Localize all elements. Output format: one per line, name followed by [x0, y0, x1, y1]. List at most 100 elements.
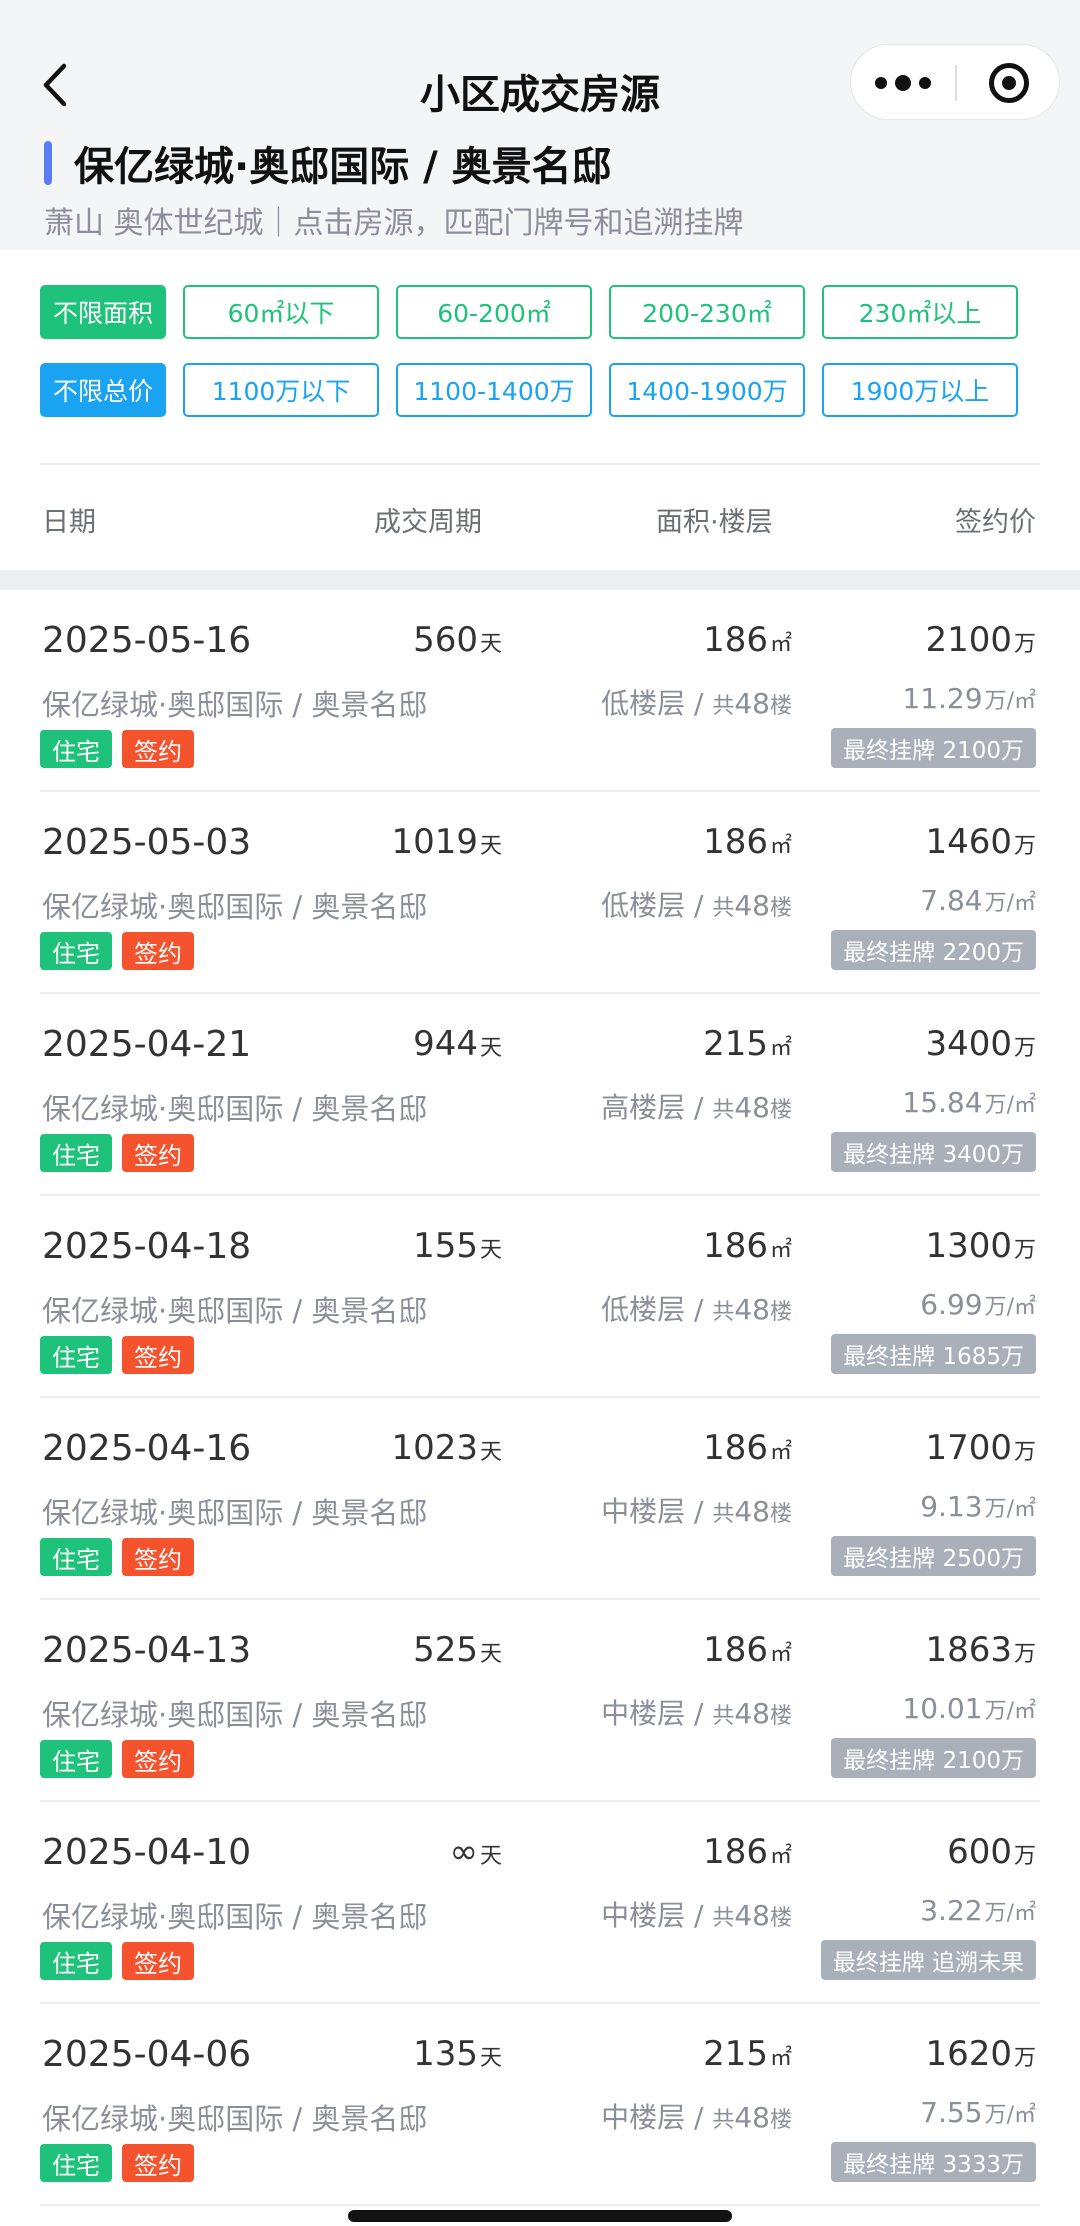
- listing-row[interactable]: 2025-04-18 155天 186㎡ 1300万 保亿绿城·奥邸国际 / 奥…: [40, 1196, 1040, 1398]
- listing-tags: 住宅 签约: [40, 932, 194, 970]
- listing-tags: 住宅 签约: [40, 730, 194, 768]
- price-filter-option[interactable]: 1100-1400万: [396, 363, 592, 417]
- listing-row[interactable]: 2025-05-16 560天 186㎡ 2100万 保亿绿城·奥邸国际 / 奥…: [40, 590, 1040, 792]
- area-unit: ㎡: [769, 1642, 792, 1667]
- column-header-date: 日期: [42, 507, 96, 538]
- area-unit: ㎡: [769, 1844, 792, 1869]
- divider: [40, 463, 1040, 465]
- accent-bar: [44, 141, 52, 185]
- listing-cycle: 155天: [413, 1226, 502, 1266]
- tag-residential: 住宅: [40, 1942, 112, 1980]
- area-unit: ㎡: [769, 1036, 792, 1061]
- listing-row[interactable]: 2025-05-03 1019天 186㎡ 1460万 保亿绿城·奥邸国际 / …: [40, 792, 1040, 994]
- price-unit: 万: [1013, 1844, 1036, 1869]
- price-filter-row: 不限总价 1100万以下 1100-1400万 1400-1900万 1900万…: [40, 363, 1018, 417]
- listing-floor: 低楼层 / 共48楼: [601, 1293, 792, 1326]
- price-filter-all[interactable]: 不限总价: [40, 363, 166, 417]
- listing-community: 保亿绿城·奥邸国际 / 奥景名邸: [42, 1294, 428, 1328]
- area-filter-all[interactable]: 不限面积: [40, 285, 166, 339]
- more-dots-icon: [875, 77, 887, 89]
- tag-signed: 签约: [122, 1134, 194, 1172]
- price-filter-option[interactable]: 1900万以上: [822, 363, 1018, 417]
- price-unit: 万: [1013, 834, 1036, 859]
- community-subtitle: 萧山 奥体世纪城｜点击房源，匹配门牌号和追溯挂牌: [44, 206, 744, 241]
- tag-residential: 住宅: [40, 1134, 112, 1172]
- last-listing-badge: 最终挂牌 2500万: [831, 1536, 1036, 1576]
- cycle-unit: 天: [479, 834, 502, 859]
- price-filter-option[interactable]: 1100万以下: [183, 363, 379, 417]
- listing-unit-price: 3.22万/㎡: [920, 1894, 1036, 1927]
- listing-row[interactable]: 2025-04-06 135天 215㎡ 1620万 保亿绿城·奥邸国际 / 奥…: [40, 2004, 1040, 2206]
- listing-price: 1863万: [925, 1630, 1036, 1670]
- tag-signed: 签约: [122, 2144, 194, 2182]
- listing-area: 186㎡: [703, 1428, 792, 1468]
- tag-residential: 住宅: [40, 1740, 112, 1778]
- area-unit: ㎡: [769, 1238, 792, 1263]
- listing-floor: 低楼层 / 共48楼: [601, 889, 792, 922]
- area-filter-option[interactable]: 200-230㎡: [609, 285, 805, 339]
- listing-area: 186㎡: [703, 1226, 792, 1266]
- tag-signed: 签约: [122, 730, 194, 768]
- listing-tags: 住宅 签约: [40, 1740, 194, 1778]
- tag-residential: 住宅: [40, 932, 112, 970]
- listing-area: 186㎡: [703, 620, 792, 660]
- last-listing-badge: 最终挂牌 1685万: [831, 1334, 1036, 1374]
- area-filter-option[interactable]: 230㎡以上: [822, 285, 1018, 339]
- listing-cycle: 560天: [413, 620, 502, 660]
- more-button[interactable]: [851, 45, 955, 121]
- listing-price: 2100万: [925, 620, 1036, 660]
- price-unit: 万: [1013, 1238, 1036, 1263]
- listing-row[interactable]: 2025-04-10 ∞天 186㎡ 600万 保亿绿城·奥邸国际 / 奥景名邸…: [40, 1802, 1040, 2004]
- tag-residential: 住宅: [40, 1336, 112, 1374]
- listing-row[interactable]: 2025-04-13 525天 186㎡ 1863万 保亿绿城·奥邸国际 / 奥…: [40, 1600, 1040, 1802]
- listing-community: 保亿绿城·奥邸国际 / 奥景名邸: [42, 1092, 428, 1126]
- listing-date: 2025-04-10: [42, 1832, 252, 1873]
- listing-row[interactable]: 2025-04-16 1023天 186㎡ 1700万 保亿绿城·奥邸国际 / …: [40, 1398, 1040, 1600]
- listing-community: 保亿绿城·奥邸国际 / 奥景名邸: [42, 2102, 428, 2136]
- last-listing-badge: 最终挂牌 2200万: [831, 930, 1036, 970]
- listing-date: 2025-04-13: [42, 1630, 252, 1671]
- listing-community: 保亿绿城·奥邸国际 / 奥景名邸: [42, 688, 428, 722]
- nav-bar: 小区成交房源: [0, 40, 1080, 130]
- listing-floor: 低楼层 / 共48楼: [601, 687, 792, 720]
- cycle-unit: 天: [479, 1844, 502, 1869]
- listing-community: 保亿绿城·奥邸国际 / 奥景名邸: [42, 1496, 428, 1530]
- listing-date: 2025-05-03: [42, 822, 252, 863]
- listing-date: 2025-04-16: [42, 1428, 252, 1469]
- listing-unit-price: 7.55万/㎡: [920, 2096, 1036, 2129]
- last-listing-badge: 最终挂牌 追溯未果: [820, 1940, 1036, 1980]
- listing-unit-price: 9.13万/㎡: [920, 1490, 1036, 1523]
- top-header: 小区成交房源 保亿绿城·奥邸国际 / 奥景名邸 萧山 奥体世纪城｜点击房源，匹配…: [0, 0, 1080, 250]
- area-filter-option[interactable]: 60-200㎡: [396, 285, 592, 339]
- listing-tags: 住宅 签约: [40, 1538, 194, 1576]
- listing-price: 1620万: [925, 2034, 1036, 2074]
- community-header: 保亿绿城·奥邸国际 / 奥景名邸: [44, 138, 612, 190]
- listing-cycle: 1023天: [391, 1428, 502, 1468]
- tag-signed: 签约: [122, 1538, 194, 1576]
- area-unit: ㎡: [769, 632, 792, 657]
- price-filter-option[interactable]: 1400-1900万: [609, 363, 805, 417]
- listing-date: 2025-05-16: [42, 620, 252, 661]
- tag-residential: 住宅: [40, 730, 112, 768]
- listing-row[interactable]: 2025-04-21 944天 215㎡ 3400万 保亿绿城·奥邸国际 / 奥…: [40, 994, 1040, 1196]
- section-divider: [0, 570, 1080, 590]
- close-mini-program-button[interactable]: [957, 45, 1061, 121]
- listing-floor: 中楼层 / 共48楼: [601, 1899, 792, 1932]
- mini-program-capsule: [850, 44, 1060, 120]
- cycle-unit: 天: [479, 2046, 502, 2071]
- tag-signed: 签约: [122, 1740, 194, 1778]
- listing-floor: 高楼层 / 共48楼: [601, 1091, 792, 1124]
- price-unit: 万: [1013, 1036, 1036, 1061]
- price-unit: 万: [1013, 632, 1036, 657]
- community-name: 保亿绿城·奥邸国际 / 奥景名邸: [74, 144, 612, 190]
- listing-price: 1700万: [925, 1428, 1036, 1468]
- home-indicator: [348, 2210, 732, 2222]
- area-filter-option[interactable]: 60㎡以下: [183, 285, 379, 339]
- listing-tags: 住宅 签约: [40, 1336, 194, 1374]
- listing-tags: 住宅 签约: [40, 2144, 194, 2182]
- area-unit: ㎡: [769, 1440, 792, 1465]
- listing-community: 保亿绿城·奥邸国际 / 奥景名邸: [42, 1698, 428, 1732]
- last-listing-badge: 最终挂牌 3333万: [831, 2142, 1036, 2182]
- listing-unit-price: 11.29万/㎡: [902, 682, 1036, 715]
- listing-area: 215㎡: [703, 1024, 792, 1064]
